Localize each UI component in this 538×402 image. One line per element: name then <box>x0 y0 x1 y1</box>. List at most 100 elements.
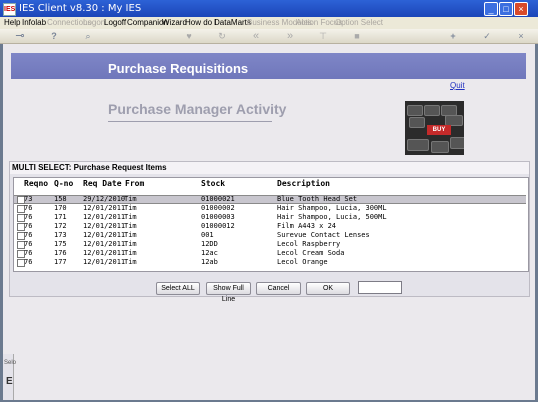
buy-key: BUY <box>427 125 451 135</box>
toolbar: ⊸ ? ⌕ ♥ ↻ « » ⊤ ■ + ✓ × <box>0 29 538 44</box>
add-icon[interactable]: + <box>446 30 460 42</box>
cell-reqno: 76 <box>24 240 33 248</box>
cell-description: Blue Tooth Head Set <box>277 195 358 203</box>
app-logo-icon: IES <box>3 3 16 16</box>
side-panel-letter: E <box>6 376 13 387</box>
menu-help[interactable]: Help <box>4 17 20 29</box>
table-row[interactable]: 76 171 12/01/2011 Tim 01000003 Hair Sham… <box>14 213 526 222</box>
cell-description: Surevue Contact Lenses <box>277 231 370 239</box>
table-row[interactable]: 76 175 12/01/2011 Tim 12DD Lecol Raspber… <box>14 240 526 249</box>
menu-infolab[interactable]: Infolab <box>22 17 46 29</box>
close-window-button[interactable]: × <box>514 2 528 16</box>
cell-qno: 171 <box>54 213 67 221</box>
refresh-icon[interactable]: ↻ <box>215 30 229 42</box>
cell-from: Tim <box>124 258 137 266</box>
cell-description: Hair Shampoo, Lucia, 300ML <box>277 204 387 212</box>
menu-logoff[interactable]: Logoff <box>104 17 126 29</box>
cell-stock: 01000002 <box>201 204 235 212</box>
cell-stock: 12DD <box>201 240 218 248</box>
column-header-reqno: Reqno <box>24 179 49 188</box>
cell-reqno: 76 <box>24 249 33 257</box>
cell-stock: 01000003 <box>201 213 235 221</box>
rewind-icon[interactable]: « <box>249 30 263 42</box>
cell-stock: 12ab <box>201 258 218 266</box>
cancel-button[interactable]: Cancel <box>256 282 301 295</box>
cell-qno: 170 <box>54 204 67 212</box>
menu-datamarts[interactable]: DataMarts <box>214 17 251 29</box>
side-panel-label: Selo <box>4 360 17 366</box>
cell-qno: 175 <box>54 240 67 248</box>
cell-from: Tim <box>124 249 137 257</box>
cell-reqno: 76 <box>24 222 33 230</box>
cell-qno: 173 <box>54 231 67 239</box>
cell-from: Tim <box>124 204 137 212</box>
activity-heading: Purchase Manager Activity <box>108 101 287 117</box>
table-row[interactable]: 76 177 12/01/2011 Tim 12ab Lecol Orange <box>14 258 526 267</box>
page-title: Purchase Requisitions <box>108 61 249 76</box>
cell-qno: 176 <box>54 249 67 257</box>
cell-req-date: 29/12/2010 <box>83 195 126 203</box>
column-header-stock: Stock <box>201 179 226 188</box>
cell-from: Tim <box>124 222 137 230</box>
cell-from: Tim <box>124 213 137 221</box>
search-icon[interactable]: ⌕ <box>81 30 95 42</box>
cell-reqno: 76 <box>24 258 33 266</box>
menu-how-do-i[interactable]: How do I <box>185 17 217 29</box>
cell-req-date: 12/01/2011 <box>83 204 126 212</box>
table-row[interactable]: 76 173 12/01/2011 Tim 001 Surevue Contac… <box>14 231 526 240</box>
show-full-line-button[interactable]: Show Full Line <box>206 282 251 303</box>
fast-forward-icon[interactable]: » <box>283 30 297 42</box>
cell-from: Tim <box>124 195 137 203</box>
cell-reqno: 73 <box>24 195 33 203</box>
cell-req-date: 12/01/2011 <box>83 213 126 221</box>
cell-reqno: 76 <box>24 231 33 239</box>
cell-description: Film A443 x 24 <box>277 222 337 230</box>
cell-stock: 01000021 <box>201 195 235 203</box>
cell-qno: 158 <box>54 195 67 203</box>
page-banner <box>11 53 526 79</box>
select-all-button[interactable]: Select ALL <box>156 282 200 295</box>
column-header-qno: Q-no <box>54 179 74 188</box>
cell-stock: 12ac <box>201 249 218 257</box>
cell-description: Lecol Orange <box>277 258 328 266</box>
table-row[interactable]: 76 176 12/01/2011 Tim 12ac Lecol Cream S… <box>14 249 526 258</box>
menu-option-select: Option Select <box>335 18 384 27</box>
confirm-icon[interactable]: ✓ <box>480 30 494 42</box>
cell-qno: 177 <box>54 258 67 266</box>
column-header-description: Description <box>277 179 330 188</box>
cell-req-date: 12/01/2011 <box>83 231 126 239</box>
cell-req-date: 12/01/2011 <box>83 240 126 248</box>
menu-bar: Help Infolab Connections Logon Logoff Co… <box>0 17 538 29</box>
cell-reqno: 76 <box>24 204 33 212</box>
heart-icon[interactable]: ♥ <box>182 30 196 42</box>
column-header-from: From <box>125 179 145 188</box>
stop-icon[interactable]: ■ <box>350 30 364 42</box>
keyboard-image: BUY <box>405 101 464 155</box>
activity-underline <box>108 121 272 122</box>
filter-icon[interactable]: ⊤ <box>316 30 330 42</box>
ok-button[interactable]: OK <box>306 282 350 295</box>
cell-req-date: 12/01/2011 <box>83 258 126 266</box>
minimize-button[interactable]: _ <box>484 2 498 16</box>
cell-from: Tim <box>124 240 137 248</box>
quit-link[interactable]: Quit <box>450 81 465 90</box>
menu-wizard[interactable]: Wizard <box>162 17 187 29</box>
cell-req-date: 12/01/2011 <box>83 222 126 230</box>
window-title: IES Client v8.30 : My IES <box>19 3 142 14</box>
close-icon[interactable]: × <box>514 30 528 42</box>
cell-qno: 172 <box>54 222 67 230</box>
table-row[interactable]: 73 158 29/12/2010 Tim 01000021 Blue Toot… <box>14 195 526 204</box>
multi-select-title: MULTI SELECT: Purchase Request Items <box>12 163 167 172</box>
table-row[interactable]: 76 170 12/01/2011 Tim 01000002 Hair Sham… <box>14 204 526 213</box>
help-icon[interactable]: ? <box>47 30 61 42</box>
search-input[interactable] <box>358 281 402 294</box>
maximize-button[interactable]: □ <box>499 2 513 16</box>
cell-reqno: 76 <box>24 213 33 221</box>
column-header-req-date: Req Date <box>83 179 122 188</box>
cell-description: Lecol Raspberry <box>277 240 341 248</box>
cell-from: Tim <box>124 231 137 239</box>
table-row[interactable]: 76 172 12/01/2011 Tim 01000012 Film A443… <box>14 222 526 231</box>
cell-description: Hair Shampoo, Lucia, 500ML <box>277 213 387 221</box>
cell-description: Lecol Cream Soda <box>277 249 345 257</box>
key-icon[interactable]: ⊸ <box>10 30 30 42</box>
